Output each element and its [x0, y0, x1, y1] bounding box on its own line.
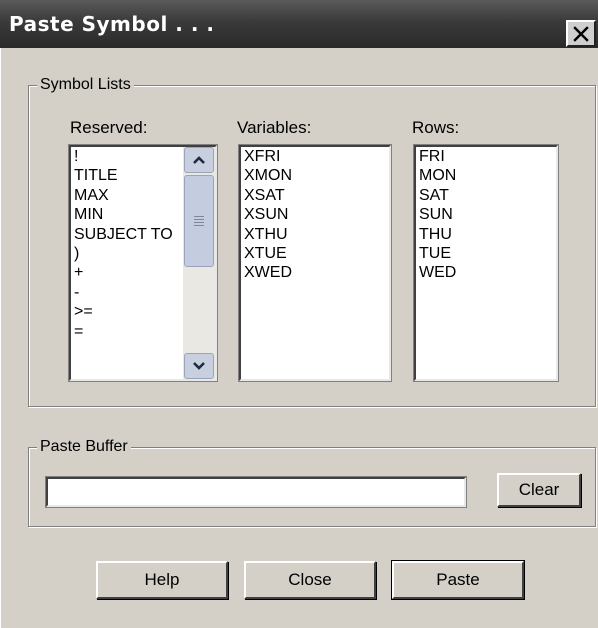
paste-buffer-legend: Paste Buffer [37, 437, 131, 457]
close-icon [573, 25, 589, 42]
list-item[interactable]: MON [419, 166, 556, 185]
paste-buffer-group: Paste Buffer Clear [28, 437, 596, 527]
paste-button[interactable]: Paste [391, 560, 525, 600]
scroll-up-button[interactable] [184, 147, 214, 173]
rows-list: FRI MON SAT SUN THU TUE WED [419, 147, 556, 283]
list-item[interactable]: + [74, 263, 183, 282]
list-item[interactable]: XSAT [244, 186, 389, 205]
reserved-label: Reserved: [70, 118, 148, 137]
list-item[interactable]: ) [74, 244, 183, 263]
list-item[interactable]: MAX [74, 186, 183, 205]
list-item[interactable]: SUBJECT TO [74, 225, 183, 244]
title-bar: Paste Symbol . . . [0, 0, 598, 48]
variables-label: Variables: [237, 118, 312, 137]
chevron-down-icon [193, 362, 205, 370]
list-item[interactable]: SUN [419, 205, 556, 224]
scroll-down-button[interactable] [184, 353, 214, 379]
list-item[interactable]: ! [74, 147, 183, 166]
clear-button[interactable]: Clear [497, 473, 581, 507]
reserved-list: ! TITLE MAX MIN SUBJECT TO) + - >= = [74, 147, 183, 341]
rows-listbox[interactable]: FRI MON SAT SUN THU TUE WED [413, 144, 559, 382]
variables-list: XFRI XMON XSAT XSUN XTHU XTUE XWED [244, 147, 389, 283]
list-item[interactable]: >= [74, 302, 183, 321]
list-item[interactable]: - [74, 283, 183, 302]
list-item[interactable]: TUE [419, 244, 556, 263]
window-close-button[interactable] [566, 20, 596, 47]
list-item[interactable]: = [74, 322, 183, 341]
list-item[interactable]: MIN [74, 205, 183, 224]
list-item[interactable]: XFRI [244, 147, 389, 166]
chevron-up-icon [193, 156, 205, 164]
window-title: Paste Symbol . . . [9, 12, 215, 36]
variables-listbox[interactable]: XFRI XMON XSAT XSUN XTHU XTUE XWED [238, 144, 392, 382]
symbol-lists-legend: Symbol Lists [37, 75, 134, 95]
list-item[interactable]: WED [419, 263, 556, 282]
list-item[interactable]: TITLE [74, 166, 183, 185]
dialog-body: Symbol Lists Reserved: Variables: Rows: … [0, 48, 598, 628]
help-button[interactable]: Help [96, 561, 228, 599]
reserved-listbox[interactable]: ! TITLE MAX MIN SUBJECT TO) + - >= = [68, 144, 218, 382]
grip-icon [194, 214, 204, 228]
close-button[interactable]: Close [244, 561, 376, 599]
list-item[interactable]: XMON [244, 166, 389, 185]
symbol-lists-group: Symbol Lists Reserved: Variables: Rows: … [28, 75, 596, 407]
scroll-thumb[interactable] [184, 175, 214, 267]
list-item[interactable]: FRI [419, 147, 556, 166]
list-item[interactable]: XTUE [244, 244, 389, 263]
list-item[interactable]: XWED [244, 263, 389, 282]
rows-label: Rows: [412, 118, 460, 137]
list-item[interactable]: THU [419, 225, 556, 244]
reserved-scrollbar[interactable] [183, 147, 215, 379]
list-item[interactable]: XSUN [244, 205, 389, 224]
list-item[interactable]: SAT [419, 186, 556, 205]
paste-buffer-input[interactable] [45, 476, 467, 508]
list-item[interactable]: XTHU [244, 225, 389, 244]
